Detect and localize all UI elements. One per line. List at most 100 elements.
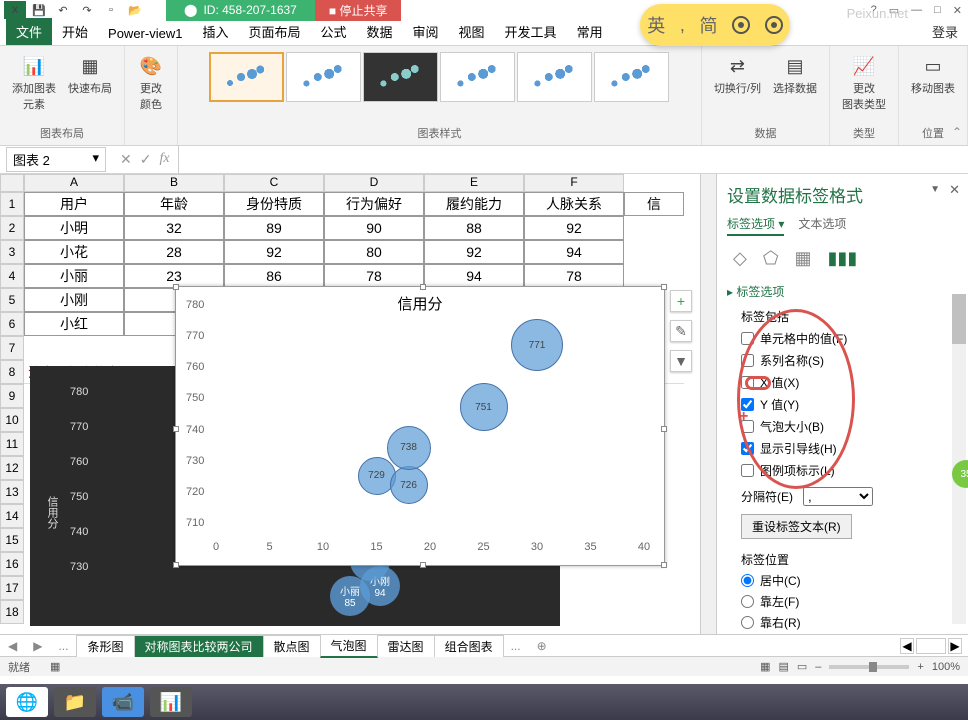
col-header[interactable]: C [224,174,324,192]
tab-more[interactable]: ... [503,639,529,653]
chart-filter-icon[interactable]: ▼ [670,350,692,372]
chart-brush-icon[interactable]: ✎ [670,320,692,342]
worksheet[interactable]: A B C D E F 1用户年龄身份特质行为偏好履约能力人脉关系信2小明328… [0,174,700,634]
row-header[interactable]: 4 [0,264,24,288]
text-options-tab[interactable]: 文本选项 [798,215,846,236]
zoom-app[interactable]: 📹 [102,687,144,717]
cell[interactable]: 履约能力 [424,192,524,216]
add-sheet-icon[interactable]: ⊕ [529,639,555,653]
cell[interactable]: 信 [624,192,684,216]
effects-icon[interactable]: ⬠ [763,248,779,269]
tab-home[interactable]: 开始 [52,18,98,45]
label-options-section[interactable]: ▸ 标签选项 [727,283,958,300]
formula-input[interactable] [178,146,968,173]
zoom-in-icon[interactable]: + [917,661,923,673]
radio-center[interactable] [741,574,754,587]
bubble-chart[interactable]: 信用分 710720730740750760770780051015202530… [175,286,665,566]
cell[interactable]: 78 [324,264,424,288]
row-header[interactable]: 6 [0,312,24,336]
tab-nav-next[interactable]: ▶ [25,639,50,653]
redo-icon[interactable]: ↷ [76,1,98,19]
sheet-tab-active[interactable]: 对称图表比较两公司 [134,635,264,657]
cell[interactable]: 人脉关系 [524,192,624,216]
sheet-tab[interactable]: 条形图 [76,635,134,657]
close-icon[interactable]: ✕ [953,4,962,17]
label-options-tab[interactable]: 标签选项 ▾ [727,215,784,236]
row-header[interactable]: 3 [0,240,24,264]
reset-label-button[interactable]: 重设标签文本(R) [741,514,852,539]
bubble-point[interactable]: 738 [387,426,431,470]
select-data[interactable]: ▤选择数据 [769,50,821,98]
cell[interactable]: 年龄 [124,192,224,216]
cell[interactable]: 80 [324,240,424,264]
switch-row-col[interactable]: ⇄切换行/列 [710,50,765,98]
pane-close-icon[interactable]: ✕ [949,182,960,198]
style-thumb-2[interactable] [286,52,361,102]
cell[interactable]: 行为偏好 [324,192,424,216]
tab-freq[interactable]: 常用 [567,18,613,45]
style-thumb-5[interactable] [517,52,592,102]
sheet-tab[interactable]: 散点图 [263,635,321,657]
open-icon[interactable]: 📂 [124,1,146,19]
move-chart[interactable]: ▭移动图表 [907,50,959,98]
style-thumb-3[interactable] [363,52,438,102]
login-link[interactable]: 登录 [922,18,968,45]
pane-dropdown-icon[interactable]: ▼ [930,184,940,195]
cell[interactable]: 小花 [24,240,124,264]
cell[interactable]: 94 [524,240,624,264]
row-header[interactable]: 1 [0,192,24,216]
zoom-level[interactable]: 100% [932,661,960,673]
tab-powerview[interactable]: Power-view1 [98,22,192,45]
ck-legend[interactable] [741,464,754,477]
cell[interactable]: 78 [524,264,624,288]
tab-nav-prev[interactable]: ◀ [0,639,25,653]
tab-layout[interactable]: 页面布局 [238,18,310,45]
chart-title[interactable]: 信用分 [176,287,664,320]
cell[interactable]: 身份特质 [224,192,324,216]
confirm-icon[interactable]: ✓ [140,151,152,168]
row-header[interactable]: 5 [0,288,24,312]
quick-layout[interactable]: ▦快速布局 [64,50,116,114]
minimize-icon[interactable]: — [911,4,922,17]
col-header[interactable]: D [324,174,424,192]
cell[interactable]: 32 [124,216,224,240]
undo-icon[interactable]: ↶ [52,1,74,19]
cell[interactable]: 用户 [24,192,124,216]
cell[interactable]: 89 [224,216,324,240]
fill-icon[interactable]: ◇ [733,248,747,269]
size-icon[interactable]: ▦ [795,248,812,269]
tab-file[interactable]: 文件 [6,18,52,45]
view-normal-icon[interactable]: ▦ [760,660,770,673]
cell[interactable]: 28 [124,240,224,264]
col-header[interactable]: A [24,174,124,192]
cell[interactable]: 92 [524,216,624,240]
collapse-ribbon-icon[interactable]: ⌃ [952,125,962,139]
tab-view[interactable]: 视图 [449,18,495,45]
bubble-point[interactable]: 726 [390,466,428,504]
pane-scrollbar[interactable] [952,294,966,624]
hscroll-right[interactable]: ▶ [948,638,962,654]
cell[interactable]: 小明 [24,216,124,240]
macro-icon[interactable]: ▦ [50,660,60,673]
style-thumb-4[interactable] [440,52,515,102]
cell[interactable]: 小刚 [24,288,124,312]
change-colors[interactable]: 🎨更改 颜色 [133,50,169,114]
radio-right[interactable] [741,616,754,629]
view-layout-icon[interactable]: ▤ [778,660,788,673]
maximize-icon[interactable]: □ [934,4,941,17]
col-header[interactable]: F [524,174,624,192]
view-break-icon[interactable]: ▭ [797,660,807,673]
chart-plus-icon[interactable]: + [670,290,692,312]
cell[interactable]: 90 [324,216,424,240]
change-chart-type[interactable]: 📈更改 图表类型 [838,50,890,114]
cell[interactable]: 92 [424,240,524,264]
row-header[interactable]: 2 [0,216,24,240]
cell[interactable]: 94 [424,264,524,288]
fx-icon[interactable]: fx [159,151,169,168]
tab-review[interactable]: 审阅 [403,18,449,45]
style-thumb-1[interactable] [209,52,284,102]
cell[interactable]: 88 [424,216,524,240]
tab-dev[interactable]: 开发工具 [495,18,567,45]
cell[interactable]: 92 [224,240,324,264]
tab-nav-more[interactable]: ... [50,639,76,653]
